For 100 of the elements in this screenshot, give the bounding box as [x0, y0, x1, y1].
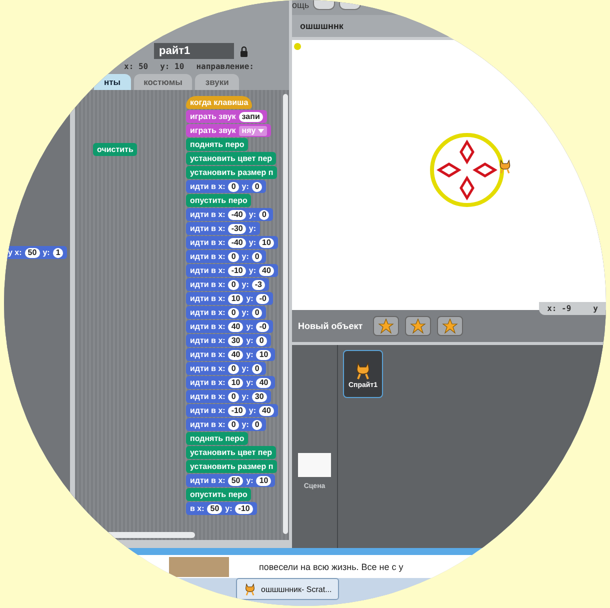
cat-icon: [497, 158, 513, 174]
x-field[interactable]: 50: [207, 504, 222, 514]
y-field[interactable]: 0: [256, 336, 267, 346]
toolbar-button[interactable]: [313, 0, 336, 10]
y-field[interactable]: 0: [252, 252, 262, 262]
motion-block[interactable]: идти в x: 0 y: 0: [186, 180, 266, 193]
taskbar-window-button[interactable]: ошшшнник- Scrat...: [236, 578, 339, 600]
tab[interactable]: нты: [94, 74, 131, 90]
x-field[interactable]: 0: [228, 420, 239, 430]
motion-block[interactable]: идти в x: -40 y: 10: [186, 236, 278, 249]
pen-block[interactable]: поднять перо: [186, 432, 248, 445]
photo-placeholder: [169, 556, 229, 576]
x-field[interactable]: -30: [228, 224, 246, 234]
tab[interactable]: звуки: [195, 74, 239, 90]
y-field[interactable]: 0: [252, 364, 262, 374]
paint-sprite-button[interactable]: [372, 316, 399, 336]
x-field[interactable]: 0: [228, 364, 239, 374]
y-field[interactable]: 1: [52, 248, 64, 258]
motion-block[interactable]: идти в x: 10 y: 40: [186, 376, 276, 389]
y-label: y:: [242, 364, 249, 373]
motion-block[interactable]: идти в x: 10 y: -0: [186, 292, 274, 305]
x-field[interactable]: 30: [228, 336, 244, 346]
y-field[interactable]: 10: [259, 238, 274, 248]
pen-block[interactable]: опустить перо: [186, 194, 252, 207]
vertical-scrollbar[interactable]: [283, 94, 288, 534]
pen-block[interactable]: установить размер п: [186, 166, 278, 179]
y-label: y:: [246, 350, 254, 359]
y-field[interactable]: 40: [256, 378, 272, 388]
sound-field[interactable]: запи: [238, 112, 263, 122]
pen-block[interactable]: очистить: [93, 143, 138, 156]
mouse-y: y: [593, 304, 598, 313]
stage-thumbnail[interactable]: [298, 453, 331, 477]
pen-block[interactable]: поднять перо: [186, 138, 248, 151]
x-field[interactable]: 0: [228, 308, 239, 318]
y-field[interactable]: 0: [259, 210, 270, 220]
y-field[interactable]: -0: [256, 294, 270, 304]
sprite-name-field[interactable]: райт1: [154, 43, 234, 59]
motion-block[interactable]: идти в x: -10 y: 40: [186, 404, 278, 417]
y-label: y:: [248, 224, 256, 233]
x-field[interactable]: 0: [228, 280, 239, 290]
y-field[interactable]: -3: [252, 280, 266, 290]
y-field[interactable]: 0: [252, 308, 262, 318]
x-field[interactable]: 40: [228, 350, 244, 360]
y-label: y:: [242, 308, 249, 317]
pen-block[interactable]: опустить перо: [186, 488, 252, 501]
x-field[interactable]: 50: [228, 476, 244, 486]
cat-icon: [243, 582, 257, 596]
y-field[interactable]: 10: [256, 476, 272, 486]
y-field[interactable]: 0: [252, 420, 262, 430]
x-field[interactable]: 0: [228, 182, 239, 192]
y-field[interactable]: 40: [259, 406, 274, 416]
motion-block[interactable]: идти в x: 30 y: 0: [186, 334, 271, 347]
motion-block[interactable]: идти в x: 50 y: 10: [186, 474, 276, 487]
x-field[interactable]: 0: [228, 252, 239, 262]
x-field[interactable]: 10: [228, 378, 244, 388]
x-field[interactable]: -40: [228, 238, 246, 248]
y-field[interactable]: 30: [252, 392, 267, 402]
motion-block[interactable]: идти в x: -10 y: 40: [186, 264, 278, 277]
motion-block[interactable]: идти в x: 0 y: 0: [186, 306, 266, 319]
y-field[interactable]: -0: [256, 322, 270, 332]
choose-sprite-button[interactable]: [404, 316, 431, 336]
motion-block[interactable]: идти в x: 40 y: 10: [186, 348, 276, 361]
x-field[interactable]: 10: [228, 294, 244, 304]
y-field[interactable]: -10: [235, 504, 253, 514]
lock-icon[interactable]: [240, 46, 248, 56]
y-label: y:: [225, 504, 232, 513]
motion-block[interactable]: идти в x: 0 y: 0: [186, 418, 266, 431]
tab[interactable]: костюмы: [134, 74, 192, 90]
y-label: y:: [248, 266, 256, 275]
motion-block[interactable]: идти в x: -40 y: 0: [186, 208, 274, 221]
x-field[interactable]: 50: [24, 248, 40, 258]
motion-block[interactable]: идти в x: 0 y: 0: [186, 362, 266, 375]
pen-block[interactable]: установить цвет пер: [186, 446, 276, 459]
x-position: x: 50: [124, 62, 148, 71]
x-field[interactable]: -10: [228, 266, 246, 276]
motion-block[interactable]: идти в x: 0 y: 0: [186, 250, 266, 263]
y-field[interactable]: 10: [256, 350, 272, 360]
toolbar-button[interactable]: [339, 0, 362, 10]
motion-block[interactable]: идти в x: 0 y: -3: [186, 278, 270, 291]
motion-block[interactable]: идти в x: 40 y: -0: [186, 320, 274, 333]
y-field[interactable]: 40: [259, 266, 274, 276]
y-field[interactable]: 0: [252, 182, 262, 192]
x-field[interactable]: 40: [228, 322, 244, 332]
sound-block[interactable]: играть звук няу: [186, 124, 271, 137]
motion-block[interactable]: идти в x: 0 y: 30: [186, 390, 271, 403]
x-field[interactable]: -10: [228, 406, 246, 416]
pen-block[interactable]: установить цвет пер: [186, 152, 276, 165]
sound-block[interactable]: играть звук запи: [186, 110, 267, 123]
page-caption: повесели на всю жизнь. Все не с у: [259, 562, 404, 572]
y-label: y:: [246, 294, 254, 303]
menu-item[interactable]: ощь: [292, 0, 310, 10]
motion-block[interactable]: идти в x: -30 y:: [186, 222, 260, 235]
caret-icon: [258, 128, 264, 132]
direction-label: направление:: [196, 62, 254, 71]
x-field[interactable]: -40: [228, 210, 246, 220]
motion-block[interactable]: в x: 50 y: -10: [186, 502, 257, 515]
pen-block[interactable]: установить размер п: [186, 460, 278, 473]
random-sprite-button[interactable]: [436, 316, 463, 336]
x-field[interactable]: 0: [228, 392, 239, 402]
y-label: y:: [246, 378, 254, 387]
